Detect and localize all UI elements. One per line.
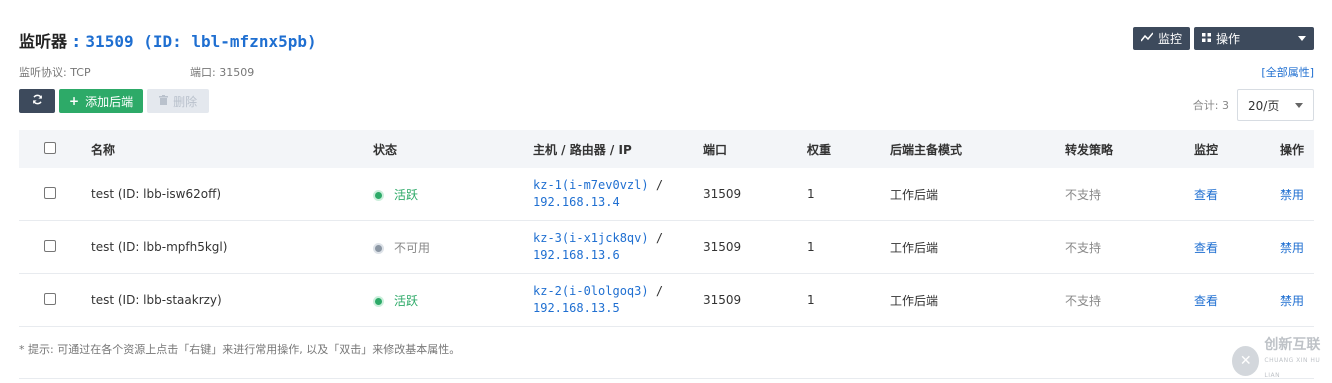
- forward-policy: 不支持: [1065, 293, 1102, 308]
- monitor-button-label: 监控: [1157, 32, 1182, 46]
- select-all-checkbox[interactable]: [44, 142, 56, 154]
- pagination: 合计: 3 20/页: [1193, 89, 1314, 121]
- refresh-icon: [32, 94, 43, 108]
- title-colon: :: [73, 32, 80, 51]
- ip-link[interactable]: 192.168.13.6: [533, 248, 620, 262]
- column-header: 操作: [1280, 142, 1305, 157]
- monitor-button[interactable]: 监控: [1132, 27, 1190, 50]
- status-text: 活跃: [394, 293, 419, 308]
- host-separator: /: [655, 284, 664, 298]
- forward-policy: 不支持: [1065, 187, 1102, 202]
- backend-mode: 工作后端: [890, 187, 939, 202]
- chevron-down-icon: [1295, 102, 1303, 108]
- title-label: 监听器: [19, 32, 68, 51]
- top-actions: 监控 操作: [1132, 27, 1314, 50]
- view-monitor-link[interactable]: 查看: [1194, 186, 1218, 203]
- trash-icon: [159, 94, 169, 108]
- refresh-button[interactable]: [19, 89, 55, 113]
- backend-name: test (ID: lbb-mpfh5kgl): [91, 240, 228, 254]
- operations-dropdown[interactable]: 操作: [1194, 27, 1314, 50]
- status-text: 活跃: [394, 187, 419, 202]
- add-backend-button[interactable]: + 添加后端: [59, 89, 144, 113]
- page-size-select[interactable]: 20/页: [1237, 89, 1314, 121]
- column-header: 状态: [373, 142, 398, 157]
- column-header: 转发策略: [1065, 142, 1114, 157]
- brand-logo-icon: ✕: [1232, 345, 1260, 376]
- status-dot-icon: [373, 295, 384, 307]
- row-checkbox[interactable]: [44, 293, 56, 305]
- all-attributes-link[interactable]: [全部属性]: [1261, 64, 1314, 80]
- disable-link[interactable]: 禁用: [1280, 239, 1304, 256]
- status-dot-icon: [373, 189, 384, 201]
- host-separator: /: [655, 231, 664, 245]
- brand-subtitle: CHUANG XIN HU LIAN: [1264, 357, 1321, 379]
- column-header: 监控: [1194, 142, 1219, 157]
- page-title: 监听器 : 31509 (ID: lbl-mfznx5pb): [19, 28, 317, 52]
- backend-table: 名称 状态 主机 / 路由器 / IP 端口 权重 后端主备模式 转发策略 监控…: [19, 130, 1314, 327]
- host-separator: /: [655, 178, 664, 192]
- backend-mode: 工作后端: [890, 293, 939, 308]
- backend-port: 31509: [703, 293, 742, 307]
- status-text: 不可用: [394, 240, 431, 255]
- backend-mode: 工作后端: [890, 240, 939, 255]
- row-checkbox[interactable]: [44, 240, 56, 252]
- status-dot-icon: [373, 242, 384, 254]
- backend-name: test (ID: lbb-isw62off): [91, 187, 222, 201]
- backend-weight: 1: [807, 187, 815, 201]
- column-header: 权重: [807, 142, 832, 157]
- grid-icon: [1202, 32, 1211, 45]
- column-header: 后端主备模式: [890, 142, 963, 157]
- operations-label: 操作: [1216, 32, 1241, 46]
- ip-link[interactable]: 192.168.13.4: [533, 195, 620, 209]
- trend-chart-icon: [1140, 32, 1154, 45]
- column-header: 名称: [91, 142, 116, 157]
- chevron-down-icon: [1298, 36, 1306, 41]
- row-checkbox[interactable]: [44, 187, 56, 199]
- delete-button[interactable]: 删除: [147, 89, 210, 113]
- delete-label: 删除: [173, 94, 198, 109]
- table-row[interactable]: test (ID: lbb-staakrzy) 活跃 kz-2(i-0lolgo…: [19, 274, 1314, 327]
- add-backend-label: 添加后端: [85, 94, 134, 109]
- backend-port: 31509: [703, 187, 742, 201]
- plus-icon: +: [69, 94, 80, 108]
- divider: [19, 378, 1314, 379]
- total-count: 合计: 3: [1192, 99, 1229, 112]
- table-header: 名称 状态 主机 / 路由器 / IP 端口 权重 后端主备模式 转发策略 监控…: [19, 130, 1314, 168]
- table-row[interactable]: test (ID: lbb-isw62off) 活跃 kz-1(i-m7ev0v…: [19, 168, 1314, 221]
- host-link[interactable]: kz-2(i-0lolgoq3): [533, 284, 649, 298]
- column-header: 端口: [703, 142, 728, 157]
- protocol-info: 监听协议: TCP: [19, 66, 91, 79]
- title-id: 31509 (ID: lbl-mfznx5pb): [85, 32, 317, 51]
- table-row[interactable]: test (ID: lbb-mpfh5kgl) 不可用 kz-3(i-x1jck…: [19, 221, 1314, 274]
- backend-name: test (ID: lbb-staakrzy): [91, 293, 222, 307]
- disable-link[interactable]: 禁用: [1280, 292, 1304, 309]
- backend-weight: 1: [807, 240, 815, 254]
- watermark-logo: ✕ 创新互联 CHUANG XIN HU LIAN: [1232, 338, 1332, 383]
- forward-policy: 不支持: [1065, 240, 1102, 255]
- disable-link[interactable]: 禁用: [1280, 186, 1304, 203]
- port-info: 端口: 31509: [190, 66, 255, 79]
- backend-weight: 1: [807, 293, 815, 307]
- hint-text: * 提示: 可通过在各个资源上点击「右键」来进行常用操作, 以及「双击」来修改基…: [19, 343, 461, 356]
- toolbar: + 添加后端 删除: [19, 89, 210, 113]
- ip-link[interactable]: 192.168.13.5: [533, 301, 620, 315]
- column-header: 主机 / 路由器 / IP: [533, 142, 632, 157]
- page-size-value: 20/页: [1248, 98, 1280, 113]
- view-monitor-link[interactable]: 查看: [1194, 239, 1218, 256]
- backend-port: 31509: [703, 240, 742, 254]
- host-link[interactable]: kz-1(i-m7ev0vzl): [533, 178, 649, 192]
- brand-name: 创新互联: [1264, 337, 1321, 353]
- host-link[interactable]: kz-3(i-x1jck8qv): [533, 231, 649, 245]
- view-monitor-link[interactable]: 查看: [1194, 292, 1218, 309]
